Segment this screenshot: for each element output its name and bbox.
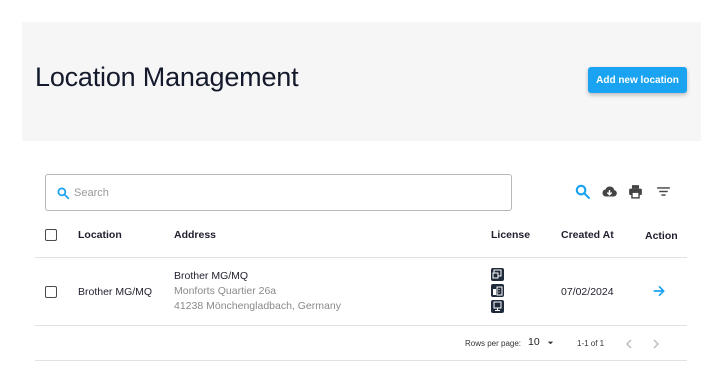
page-title: Location Management bbox=[35, 62, 299, 92]
next-page-icon[interactable] bbox=[650, 337, 662, 349]
rows-per-page-value: 10 bbox=[528, 336, 540, 348]
arrow-right-icon[interactable] bbox=[651, 283, 667, 299]
header-divider bbox=[35, 257, 687, 258]
rows-per-page-label: Rows per page: bbox=[465, 339, 522, 348]
rows-per-page-select[interactable]: 10 bbox=[528, 336, 555, 348]
chevron-down-icon bbox=[547, 341, 553, 345]
column-header-action: Action bbox=[645, 230, 678, 242]
add-new-location-button[interactable]: Add new location bbox=[588, 67, 687, 93]
print-icon[interactable] bbox=[627, 183, 644, 200]
copy-license-icon bbox=[491, 268, 504, 281]
previous-page-icon[interactable] bbox=[623, 337, 635, 349]
search-field-icon bbox=[56, 186, 70, 200]
search-icon[interactable] bbox=[574, 183, 591, 200]
footer-divider bbox=[35, 360, 687, 361]
filter-icon[interactable] bbox=[655, 183, 672, 200]
column-header-license[interactable]: License bbox=[491, 229, 530, 241]
column-header-location[interactable]: Location bbox=[78, 229, 122, 241]
search-field[interactable] bbox=[45, 174, 512, 211]
pagination-range: 1-1 of 1 bbox=[577, 339, 605, 348]
row-divider bbox=[35, 325, 687, 326]
header-panel: Location Management Add new location bbox=[22, 22, 701, 141]
building-license-icon bbox=[491, 284, 504, 297]
address-line-2: Monforts Quartier 26a bbox=[174, 285, 277, 297]
address-line-3: 41238 Mönchengladbach, Germany bbox=[174, 300, 341, 312]
cloud-download-icon[interactable] bbox=[601, 183, 618, 200]
row-checkbox[interactable] bbox=[45, 286, 57, 298]
address-line-1: Brother MG/MQ bbox=[174, 270, 249, 282]
created-at: 07/02/2024 bbox=[561, 286, 614, 298]
location-name: Brother MG/MQ bbox=[78, 286, 153, 298]
search-input[interactable] bbox=[74, 183, 494, 203]
column-header-created-at[interactable]: Created At bbox=[561, 229, 614, 241]
select-all-checkbox[interactable] bbox=[45, 229, 57, 241]
display-license-icon bbox=[491, 300, 504, 313]
column-header-address[interactable]: Address bbox=[174, 229, 216, 241]
